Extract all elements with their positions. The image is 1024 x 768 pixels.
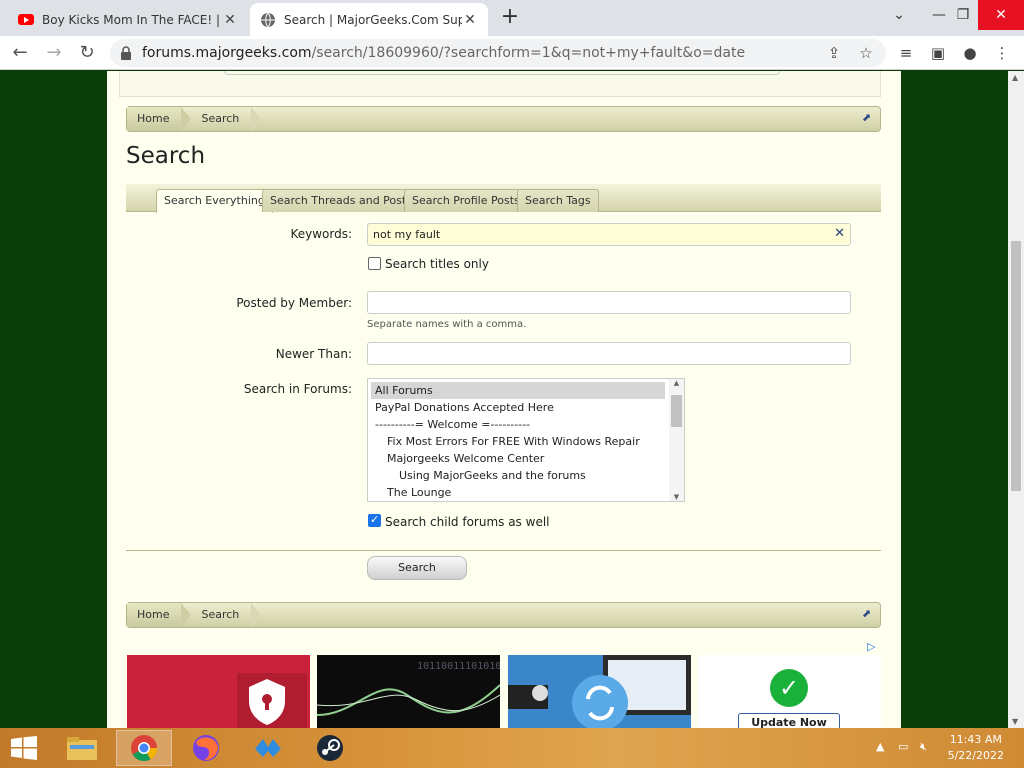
ad-driver-update-image[interactable]: [508, 655, 691, 728]
browser-tab-youtube[interactable]: Boy Kicks Mom In The FACE! | Su ✕: [8, 3, 248, 36]
forum-option[interactable]: Using MajorGeeks and the forums: [368, 467, 668, 484]
url-text: forums.majorgeeks.com/search/18609960/?s…: [142, 45, 746, 61]
forum-option[interactable]: All Forums: [371, 382, 665, 399]
listbox-scrollbar[interactable]: ▲ ▼: [669, 379, 684, 501]
app-icon[interactable]: [240, 730, 296, 766]
titles-only-checkbox[interactable]: [368, 257, 381, 270]
network-icon[interactable]: ▭: [898, 740, 908, 753]
clock-date: 5/22/2022: [947, 749, 1004, 762]
page-title: Search: [126, 143, 206, 169]
forum-option[interactable]: The Lounge: [368, 484, 668, 501]
keywords-input[interactable]: not my fault ✕: [367, 223, 851, 246]
breadcrumb: Home Search ⬈: [126, 106, 881, 132]
forum-option[interactable]: ----------= Welcome =----------: [368, 416, 668, 433]
child-forums-label: Search child forums as well: [385, 515, 550, 529]
forum-option[interactable]: Majorgeeks Welcome Center: [368, 450, 668, 467]
update-now-button[interactable]: Update Now: [738, 713, 840, 728]
youtube-icon: [18, 12, 34, 28]
breadcrumb-search-link[interactable]: Search: [181, 603, 262, 627]
newer-than-label: Newer Than:: [275, 347, 352, 361]
back-arrow-icon[interactable]: ←: [8, 41, 32, 65]
lock-icon: [121, 46, 131, 60]
jump-arrow-icon[interactable]: ⬈: [862, 608, 874, 620]
steam-icon[interactable]: [302, 730, 358, 766]
forum-option[interactable]: PayPal Donations Accepted Here: [368, 399, 668, 416]
ad-update-now[interactable]: ✓ Update Now: [698, 655, 881, 728]
browser-tab-majorgeeks[interactable]: Search | MajorGeeks.Com Suppo ✕: [250, 3, 488, 36]
ad-security-image[interactable]: [127, 655, 310, 728]
breadcrumb-search-link[interactable]: Search: [181, 107, 262, 131]
checkmark-icon: ✓: [770, 669, 808, 707]
titles-only-label: Search titles only: [385, 257, 489, 271]
tab-search-everything[interactable]: Search Everything: [156, 189, 273, 213]
header-strip: [119, 71, 881, 97]
close-tab-icon[interactable]: ✕: [462, 12, 478, 28]
newer-than-input[interactable]: [367, 342, 851, 365]
file-explorer-icon[interactable]: [54, 730, 110, 766]
share-icon[interactable]: ⇪: [822, 41, 846, 65]
member-label: Posted by Member:: [236, 296, 352, 310]
clock-time: 11:43 AM: [949, 733, 1002, 746]
forums-label: Search in Forums:: [243, 382, 352, 396]
close-tab-icon[interactable]: ✕: [222, 12, 238, 28]
forum-page: Home Search ⬈ Search Search Everything S…: [107, 71, 901, 728]
tab-search-tags[interactable]: Search Tags: [517, 189, 599, 212]
search-tabs: Search Everything Search Threads and Pos…: [126, 184, 881, 213]
taskbar: ▲ ▭ 🔇︎ 11:43 AM 5/22/2022: [0, 728, 1024, 768]
side-panel-icon[interactable]: ▣: [926, 41, 950, 65]
browser-tab-strip: Boy Kicks Mom In The FACE! | Su ✕ Search…: [0, 0, 1024, 36]
breadcrumb-home-link[interactable]: Home: [127, 603, 193, 627]
breadcrumb-bottom: Home Search ⬈: [126, 602, 881, 628]
forward-arrow-icon[interactable]: →: [42, 41, 66, 65]
reload-icon[interactable]: ↻: [75, 41, 99, 65]
breadcrumb-home-link[interactable]: Home: [127, 107, 193, 131]
windows-start-icon[interactable]: [0, 730, 48, 766]
keywords-value: not my fault: [373, 228, 441, 241]
page-viewport: Home Search ⬈ Search Search Everything S…: [0, 71, 1008, 728]
chrome-icon[interactable]: [116, 730, 172, 766]
page-scrollbar[interactable]: ▲ ▼: [1008, 71, 1024, 728]
ad-binary-image[interactable]: 1011001110101010: [317, 655, 500, 728]
menu-kebab-icon[interactable]: ⋮: [990, 41, 1014, 65]
browser-toolbar: ← → ↻ forums.majorgeeks.com/search/18609…: [0, 36, 1024, 70]
jump-arrow-icon[interactable]: ⬈: [862, 112, 874, 124]
forums-listbox[interactable]: All Forums PayPal Donations Accepted Her…: [367, 378, 685, 502]
globe-icon: [260, 12, 276, 28]
ad-binary-text: 1011001110101010: [417, 661, 500, 672]
child-forums-checkbox[interactable]: [368, 513, 381, 527]
media-controls-icon[interactable]: ≡: [894, 41, 918, 65]
volume-muted-icon[interactable]: 🔇︎: [920, 740, 927, 754]
adchoices-icon[interactable]: ▷: [867, 640, 881, 654]
tab-search-threads[interactable]: Search Threads and Posts: [262, 189, 420, 212]
forum-option[interactable]: Fix Most Errors For FREE With Windows Re…: [368, 433, 668, 450]
member-input[interactable]: [367, 291, 851, 314]
member-hint: Separate names with a comma.: [367, 319, 527, 330]
close-window-button[interactable]: ✕: [978, 0, 1024, 30]
firefox-icon[interactable]: [178, 730, 234, 766]
bookmark-star-icon[interactable]: ☆: [854, 41, 878, 65]
profile-icon[interactable]: ●: [958, 41, 982, 65]
tray-chevron-icon[interactable]: ▲: [876, 740, 884, 753]
clear-icon[interactable]: ✕: [834, 227, 845, 241]
form-divider: [126, 550, 881, 551]
tab-title: Search | MajorGeeks.Com Suppo: [284, 12, 462, 27]
new-tab-button[interactable]: +: [498, 6, 522, 30]
keywords-label: Keywords:: [290, 227, 352, 241]
system-clock[interactable]: 11:43 AM 5/22/2022: [948, 732, 1004, 764]
search-submit-button[interactable]: Search: [367, 556, 467, 580]
address-bar[interactable]: forums.majorgeeks.com/search/18609960/?s…: [110, 39, 886, 67]
tab-search-profile-posts[interactable]: Search Profile Posts: [404, 189, 528, 212]
tab-title: Boy Kicks Mom In The FACE! | Su: [42, 12, 222, 27]
